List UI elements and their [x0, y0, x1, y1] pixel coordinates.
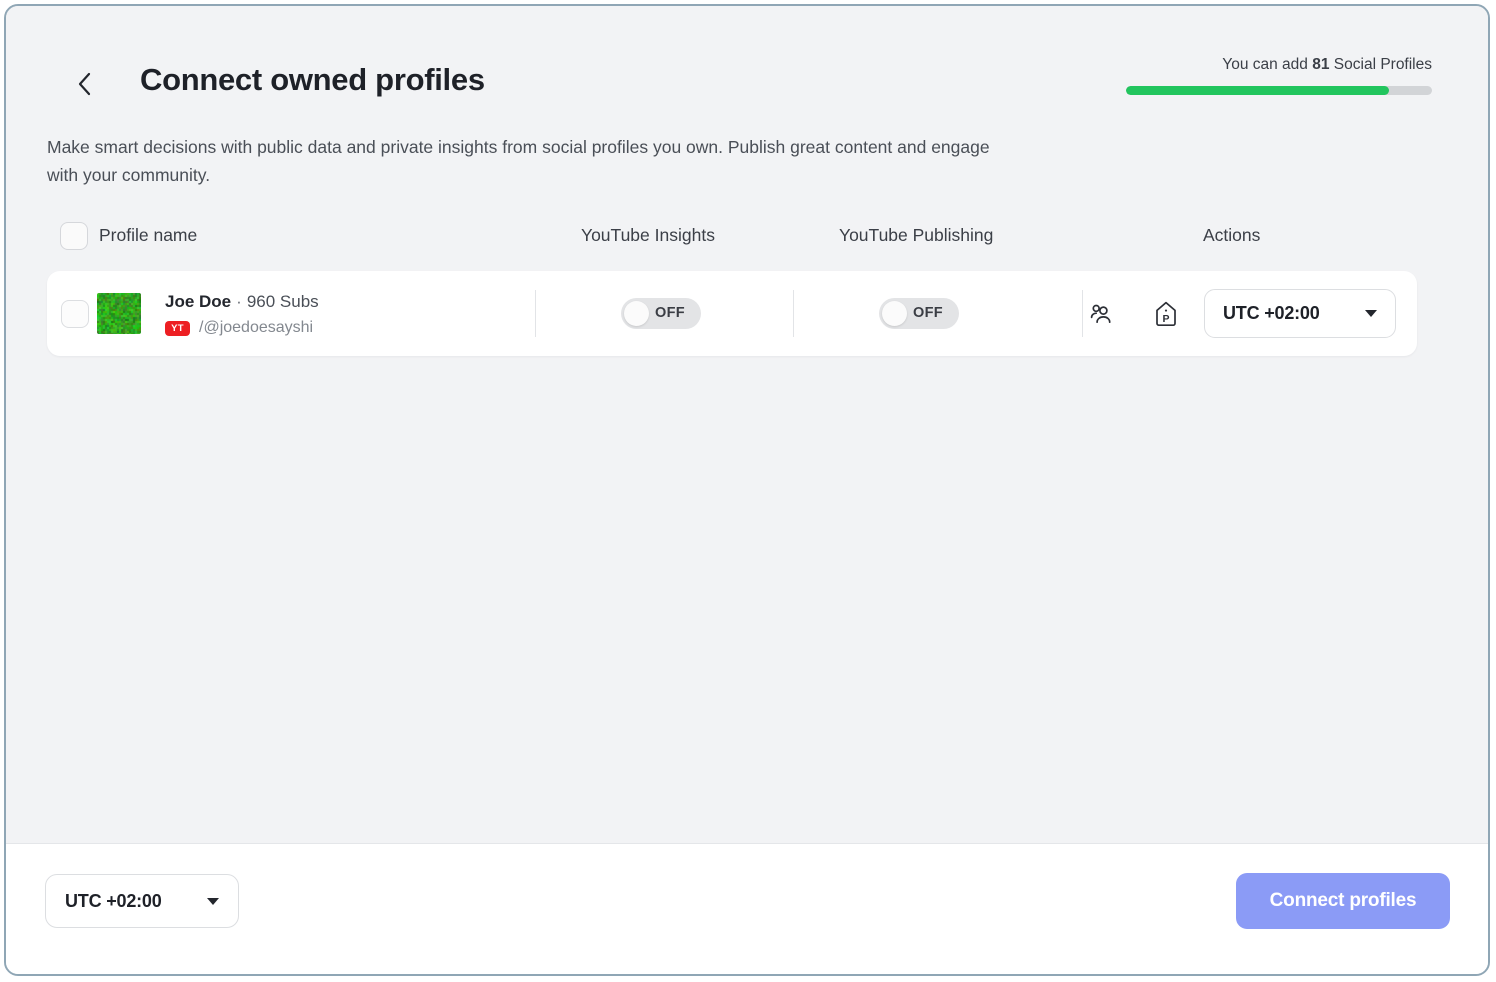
footer-timezone-value: UTC +02:00 [65, 891, 201, 912]
svg-text:P: P [1162, 313, 1169, 325]
footer-timezone-select[interactable]: UTC +02:00 [45, 874, 239, 928]
quota-progress-fill [1126, 86, 1389, 95]
profile-handle: /@joedoesayshi [199, 319, 313, 337]
footer-bar: UTC +02:00 Connect profiles [6, 843, 1488, 974]
page-header: Connect owned profiles You can add 81 So… [6, 6, 1488, 126]
toggle-knob [882, 301, 907, 326]
profile-meta: Joe Doe · 960 Subs YT /@joedoesayshi [165, 291, 319, 337]
table-row: Joe Doe · 960 Subs YT /@joedoesayshi OFF O… [47, 271, 1417, 356]
profile-name: Joe Doe [165, 292, 231, 311]
column-divider [535, 290, 536, 337]
quota-suffix: Social Profiles [1329, 56, 1432, 73]
column-header-youtube-publishing: YouTube Publishing [839, 225, 993, 246]
column-header-youtube-insights: YouTube Insights [581, 225, 715, 246]
connect-profiles-button[interactable]: Connect profiles [1236, 873, 1450, 929]
quota-text: You can add 81 Social Profiles [1126, 56, 1432, 74]
profile-subscriber-count: 960 Subs [247, 292, 319, 311]
youtube-publishing-toggle[interactable]: OFF [879, 298, 959, 329]
quota-indicator: You can add 81 Social Profiles [1126, 56, 1432, 95]
table-header: Profile name YouTube Insights YouTube Pu… [47, 222, 1417, 256]
youtube-insights-toggle[interactable]: OFF [621, 298, 701, 329]
profile-secondary-line: YT /@joedoesayshi [165, 319, 319, 337]
tag-p-icon[interactable]: P [1150, 298, 1182, 330]
avatar [97, 293, 141, 334]
profile-separator: · [236, 292, 242, 311]
profile-primary-line: Joe Doe · 960 Subs [165, 291, 319, 313]
toggle-knob [624, 301, 649, 326]
page-description: Make smart decisions with public data an… [47, 133, 1007, 189]
row-select-checkbox[interactable] [61, 300, 89, 328]
youtube-badge-icon: YT [165, 321, 190, 336]
quota-progress-track [1126, 86, 1432, 95]
people-icon[interactable] [1085, 298, 1117, 330]
column-header-profile-name: Profile name [99, 225, 197, 246]
column-divider [793, 290, 794, 337]
main-panel: Connect owned profiles You can add 81 So… [6, 6, 1488, 843]
chevron-down-icon [1365, 310, 1377, 317]
chevron-down-icon [207, 898, 219, 905]
row-timezone-select[interactable]: UTC +02:00 [1204, 289, 1396, 338]
column-header-actions: Actions [1203, 225, 1260, 246]
youtube-insights-toggle-label: OFF [655, 298, 685, 329]
quota-count: 81 [1312, 56, 1329, 73]
youtube-publishing-toggle-label: OFF [913, 298, 943, 329]
connect-profiles-window: Connect owned profiles You can add 81 So… [4, 4, 1490, 976]
row-timezone-value: UTC +02:00 [1223, 303, 1359, 324]
quota-prefix: You can add [1222, 56, 1312, 73]
select-all-checkbox[interactable] [60, 222, 88, 250]
chevron-left-icon [75, 71, 93, 97]
back-button[interactable] [64, 64, 104, 104]
column-divider [1082, 290, 1083, 337]
page-title: Connect owned profiles [140, 62, 485, 98]
